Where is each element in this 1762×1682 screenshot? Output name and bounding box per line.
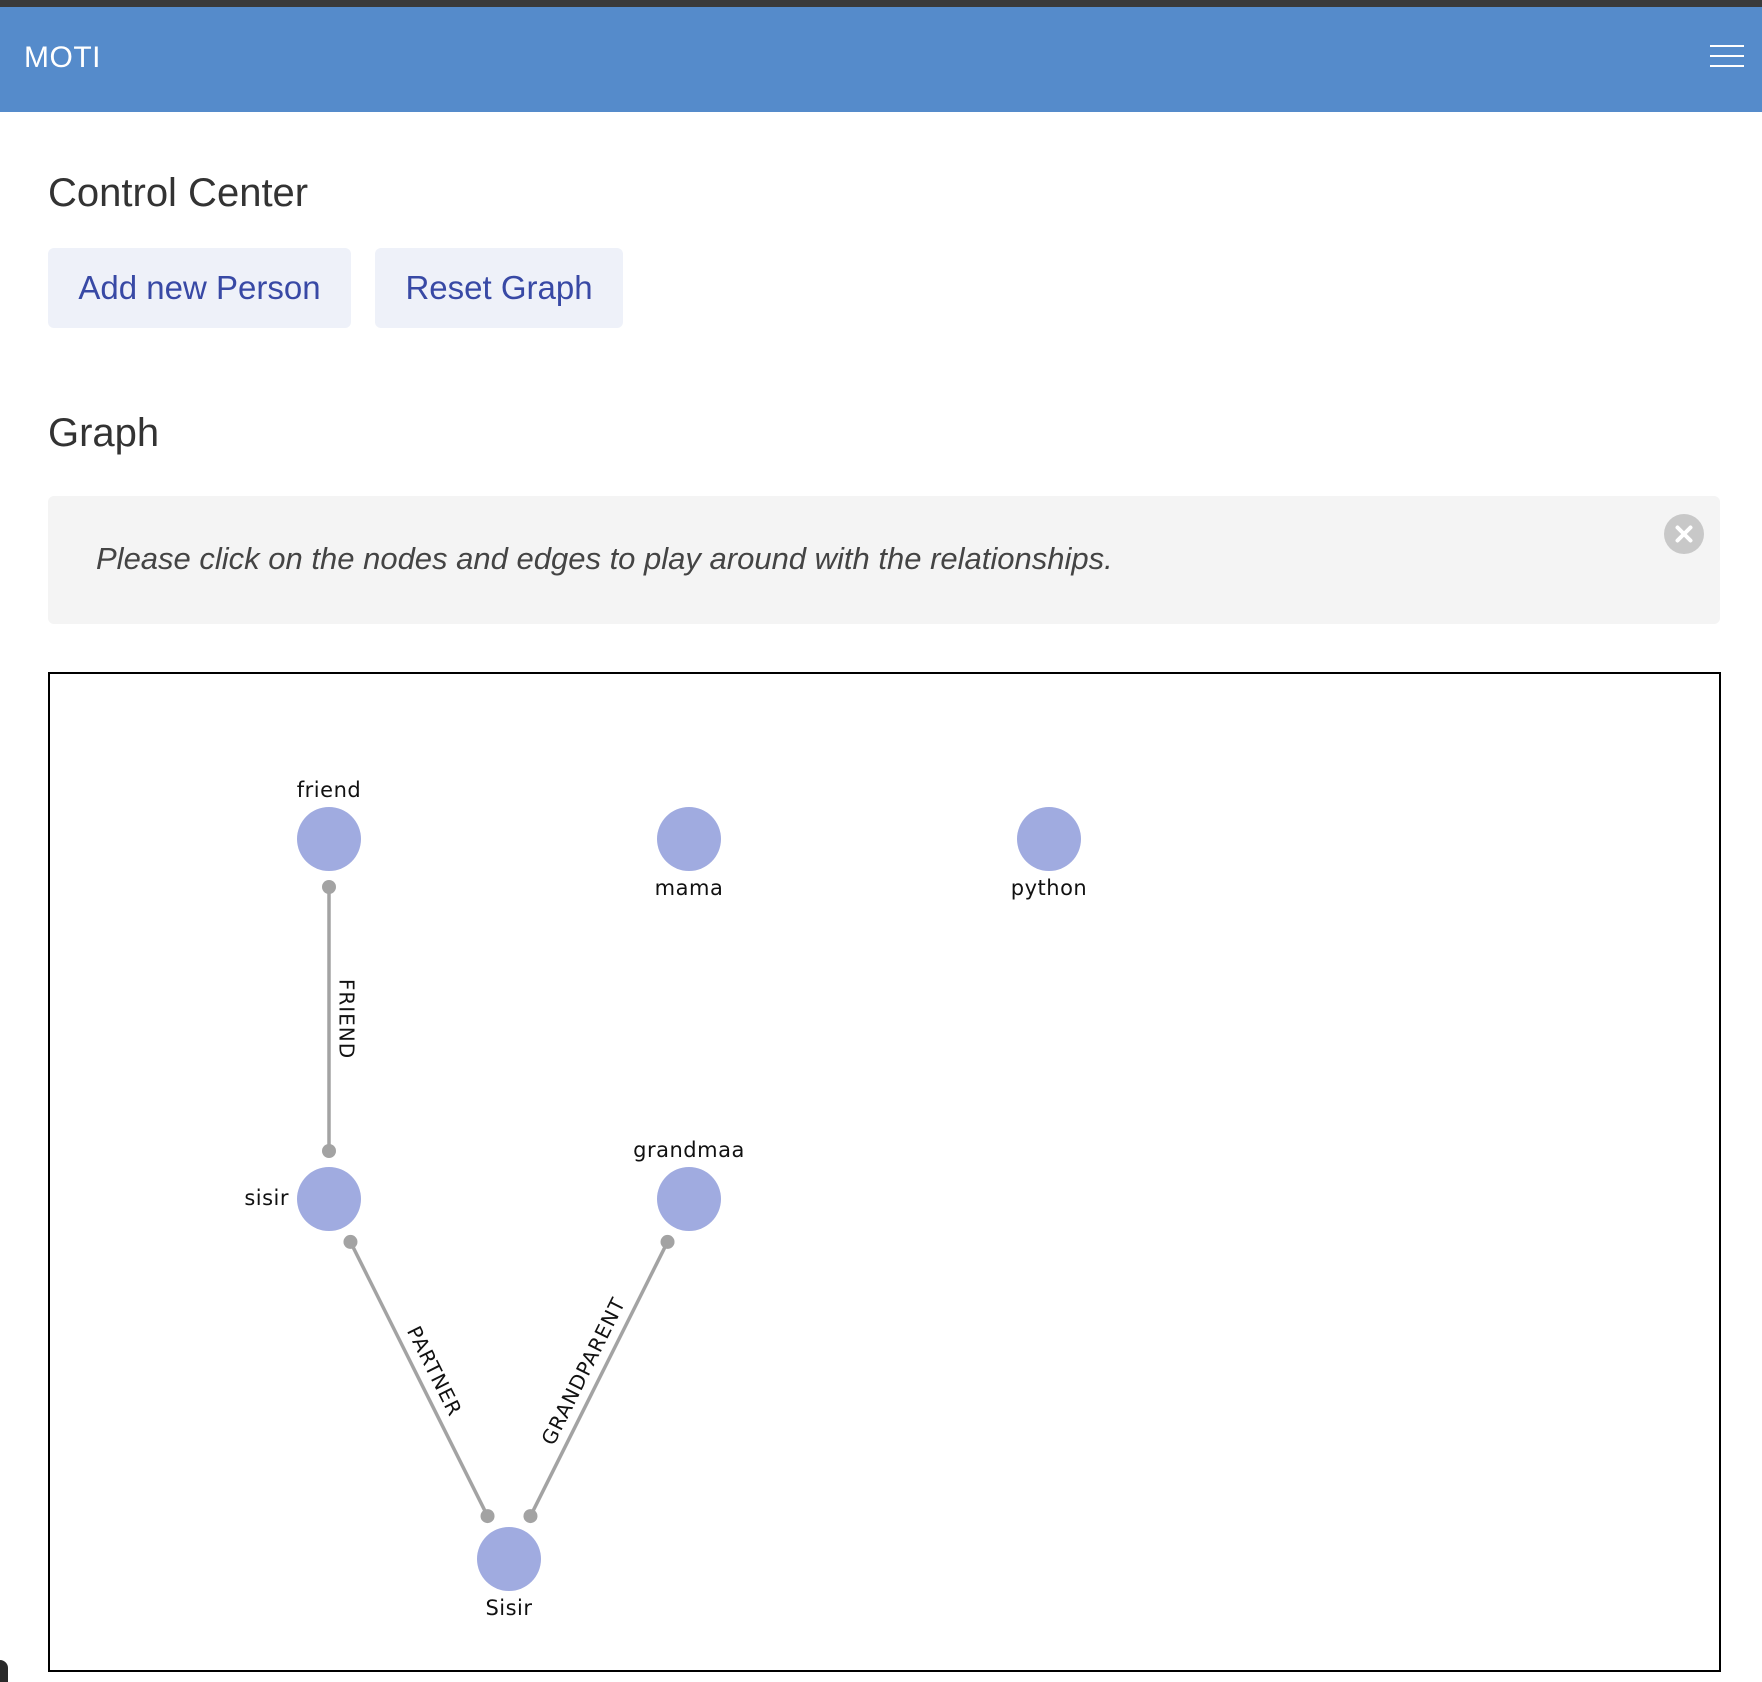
control-center-title: Control Center <box>48 171 309 215</box>
edge-grandparent[interactable]: GRANDPARENT <box>523 1234 675 1524</box>
edge-endpoint <box>343 1234 358 1249</box>
reset-graph-button[interactable]: Reset Graph <box>375 248 623 328</box>
edge-endpoint <box>322 880 336 894</box>
edge-partner[interactable]: PARTNER <box>343 1234 495 1524</box>
node-friend[interactable]: friend <box>297 778 361 871</box>
node-label: python <box>1011 876 1087 900</box>
info-notice: Please click on the nodes and edges to p… <box>48 496 1720 624</box>
node-label: grandmaa <box>633 1138 745 1162</box>
node-circle[interactable] <box>657 1167 721 1231</box>
hamburger-line <box>1710 45 1744 47</box>
node-label: mama <box>655 876 724 900</box>
edge-friend[interactable]: FRIEND <box>322 880 359 1158</box>
add-new-person-button[interactable]: Add new Person <box>48 248 351 328</box>
node-circle[interactable] <box>297 1167 361 1231</box>
edge-line[interactable] <box>528 1241 670 1517</box>
node-mama[interactable]: mama <box>655 807 724 900</box>
node-sisir[interactable]: Sisir <box>477 1527 541 1620</box>
graph-title: Graph <box>48 411 160 455</box>
hamburger-menu-icon[interactable] <box>1710 43 1744 69</box>
window-corner <box>0 1660 8 1682</box>
node-circle[interactable] <box>1017 807 1081 871</box>
edge-endpoint <box>660 1234 675 1249</box>
node-label: Sisir <box>485 1596 532 1620</box>
edge-endpoint <box>480 1509 495 1524</box>
edge-endpoint <box>322 1144 336 1158</box>
navbar: MOTI <box>0 7 1762 112</box>
hamburger-line <box>1710 55 1744 57</box>
node-circle[interactable] <box>657 807 721 871</box>
brand-title[interactable]: MOTI <box>24 41 101 75</box>
node-label: sisir <box>244 1186 289 1210</box>
notice-text: Please click on the nodes and edges to p… <box>96 541 1113 576</box>
edge-line[interactable] <box>348 1241 490 1517</box>
edge-endpoint <box>523 1509 538 1524</box>
close-icon[interactable] <box>1664 514 1704 554</box>
hamburger-line <box>1710 65 1744 67</box>
graph-svg: FRIEND PARTNER GRANDPARENT friend mama python… <box>244 778 1087 1620</box>
node-python[interactable]: python <box>1011 807 1087 900</box>
node-circle[interactable] <box>297 807 361 871</box>
window-top-strip <box>0 0 1762 7</box>
node-label: friend <box>297 778 361 802</box>
node-sisir[interactable]: sisir <box>244 1167 361 1231</box>
edge-label: GRANDPARENT <box>536 1293 630 1448</box>
edge-label: FRIEND <box>335 979 359 1059</box>
close-x-glyph <box>1675 525 1693 543</box>
node-grandmaa[interactable]: grandmaa <box>633 1138 745 1231</box>
edge-label: PARTNER <box>402 1322 467 1420</box>
node-circle[interactable] <box>477 1527 541 1591</box>
graph-canvas[interactable]: FRIEND PARTNER GRANDPARENT friend mama python… <box>48 672 1721 1672</box>
